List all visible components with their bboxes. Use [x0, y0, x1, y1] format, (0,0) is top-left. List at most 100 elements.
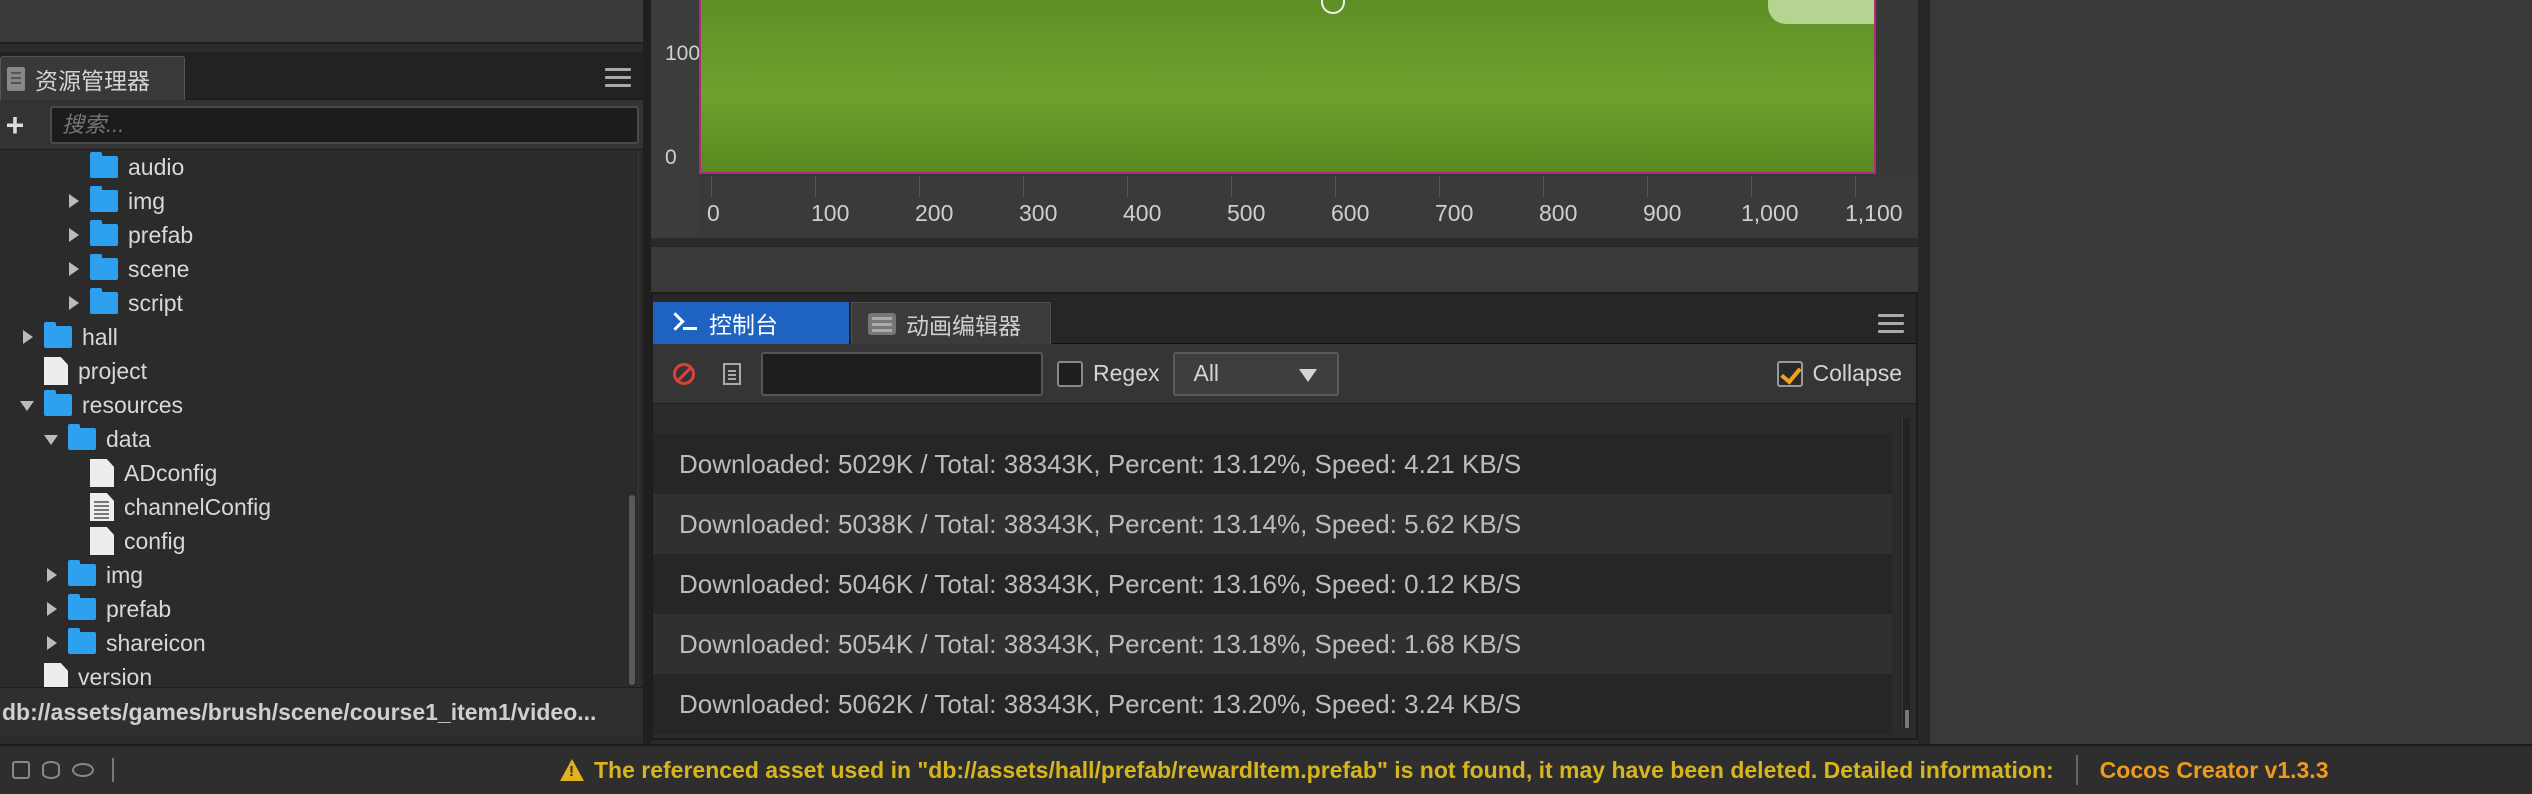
ruler-label: 600 — [1331, 200, 1370, 226]
scene-bottom-edge — [651, 238, 1918, 246]
expand-open-icon[interactable] — [20, 398, 34, 412]
file-icon — [44, 663, 68, 687]
folder-icon — [44, 322, 72, 348]
tree-item[interactable]: prefab — [44, 592, 171, 626]
expand-closed-icon[interactable] — [44, 636, 58, 650]
file-icon — [44, 357, 68, 385]
regex-checkbox[interactable] — [1057, 360, 1083, 387]
tree-item-label: prefab — [106, 595, 172, 622]
terminal-icon — [669, 313, 699, 333]
regex-label: Regex — [1093, 360, 1160, 386]
log-scrollbar[interactable] — [1902, 418, 1910, 728]
refresh-icon[interactable] — [12, 761, 30, 779]
status-icons — [0, 758, 560, 782]
console-panel: 控制台 动画编辑器 Regex All Collapse Downloaded:… — [651, 292, 1918, 740]
expand-closed-icon[interactable] — [66, 194, 80, 208]
ruler-label: 1,100 — [1845, 200, 1903, 226]
assets-search-input[interactable] — [50, 105, 639, 144]
tree-item[interactable]: channelConfig — [66, 490, 271, 524]
folder-icon — [90, 220, 118, 246]
folder-icon — [90, 288, 118, 314]
tab-animation-label: 动画编辑器 — [906, 312, 1021, 339]
assets-tree: audio img prefab scene script hall project reso… — [0, 150, 645, 687]
database-icon[interactable] — [42, 761, 60, 779]
clear-console-icon[interactable] — [673, 362, 695, 385]
tab-console[interactable]: 控制台 — [653, 302, 849, 344]
tree-item[interactable]: project — [20, 354, 147, 388]
tree-item-label: channelConfig — [124, 493, 272, 520]
ruler-label: 300 — [1019, 200, 1058, 226]
ruler-label: 100 — [665, 42, 701, 65]
horizontal-ruler: 0 100 200 300 400 500 600 700 800 900 1,000 1,100 — [699, 176, 1918, 238]
expand-closed-icon[interactable] — [66, 296, 80, 310]
tree-item[interactable]: hall — [20, 320, 118, 354]
tree-item[interactable]: shareicon — [44, 626, 206, 660]
tree-item[interactable]: img — [66, 184, 165, 218]
scene-canvas[interactable] — [699, 0, 1876, 174]
folder-icon — [90, 186, 118, 212]
tree-item[interactable]: data — [44, 422, 151, 456]
tree-item[interactable]: audio — [66, 150, 184, 184]
animation-icon — [868, 312, 896, 335]
tree-item-label: ADconfig — [124, 459, 218, 486]
console-filter-input[interactable] — [761, 351, 1043, 396]
ruler-tick — [711, 176, 712, 198]
status-warning-text[interactable]: The referenced asset used in "db://asset… — [594, 757, 2054, 784]
ruler-label: 900 — [1643, 200, 1682, 226]
expand-closed-icon[interactable] — [66, 228, 80, 242]
open-log-file-icon[interactable] — [723, 362, 741, 385]
tree-item-label: config — [124, 527, 186, 554]
ruler-tick — [1231, 176, 1232, 198]
log-entry[interactable]: Downloaded: 5062K / Total: 38343K, Perce… — [653, 674, 1892, 734]
log-entry[interactable]: Downloaded: 5054K / Total: 38343K, Perce… — [653, 614, 1892, 674]
log-level-select[interactable]: All — [1173, 351, 1340, 396]
tree-item[interactable]: ADconfig — [66, 456, 217, 490]
ruler-tick — [1127, 176, 1128, 198]
tree-item[interactable]: scene — [66, 252, 189, 286]
tree-scrollbar[interactable] — [629, 495, 635, 685]
tree-item-label: prefab — [128, 221, 194, 248]
collapse-toggle[interactable]: Collapse — [1776, 360, 1902, 387]
tab-console-label: 控制台 — [709, 312, 778, 338]
tree-item-label: img — [128, 187, 166, 214]
expand-closed-icon[interactable] — [66, 262, 80, 276]
console-tabbar: 控制台 动画编辑器 — [653, 294, 1916, 344]
tab-animation-editor[interactable]: 动画编辑器 — [851, 302, 1051, 344]
text-file-icon — [90, 493, 114, 521]
vertical-ruler: 100 0 — [651, 0, 701, 238]
tree-item[interactable]: img — [44, 558, 143, 592]
scene-node-button[interactable] — [1768, 0, 1874, 24]
collapse-checkbox[interactable] — [1776, 360, 1803, 387]
log-entry[interactable]: Downloaded: 5038K / Total: 38343K, Perce… — [653, 494, 1892, 554]
tree-item[interactable]: config — [66, 524, 185, 558]
ruler-label: 500 — [1227, 200, 1266, 226]
ruler-tick — [919, 176, 920, 198]
folder-icon — [68, 628, 96, 654]
expand-open-icon[interactable] — [44, 432, 58, 446]
expand-closed-icon[interactable] — [44, 568, 58, 582]
tree-item-label: script — [128, 289, 183, 316]
console-toolbar: Regex All Collapse — [653, 344, 1916, 404]
folder-icon — [68, 560, 96, 586]
tree-item-label: scene — [128, 255, 190, 282]
expand-closed-icon[interactable] — [44, 602, 58, 616]
ruler-tick — [1647, 176, 1648, 198]
ruler-tick — [1439, 176, 1440, 198]
console-menu-icon[interactable] — [1878, 314, 1904, 334]
tree-item[interactable]: prefab — [66, 218, 193, 252]
expand-closed-icon[interactable] — [20, 330, 34, 344]
tab-assets[interactable]: 资源管理器 — [0, 56, 185, 100]
tree-item[interactable]: resources — [20, 388, 183, 422]
assets-tabbar: 资源管理器 — [0, 52, 645, 100]
panel-splitter[interactable] — [643, 0, 651, 744]
ruler-tick — [1543, 176, 1544, 198]
tree-item[interactable]: version — [20, 660, 152, 687]
asset-path-bar: db://assets/games/brush/scene/course1_it… — [0, 687, 645, 737]
tree-item[interactable]: script — [66, 286, 183, 320]
assets-menu-icon[interactable] — [605, 68, 631, 88]
hierarchy-panel-bottom — [0, 0, 645, 44]
log-entry[interactable]: Downloaded: 5029K / Total: 38343K, Perce… — [653, 434, 1892, 494]
add-asset-button[interactable]: + — [0, 105, 30, 145]
visibility-icon[interactable] — [72, 763, 94, 777]
log-entry[interactable]: Downloaded: 5046K / Total: 38343K, Perce… — [653, 554, 1892, 614]
